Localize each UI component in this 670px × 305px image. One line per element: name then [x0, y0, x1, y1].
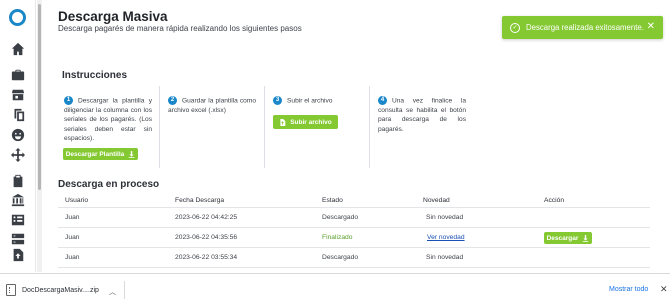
clipboard-icon[interactable]: [10, 173, 26, 189]
download-icon: [128, 150, 135, 158]
cell-fecha: 2023-06-22 04:42:25: [175, 214, 238, 221]
download-icon: [583, 234, 589, 242]
bank-icon[interactable]: [10, 192, 26, 208]
app-logo[interactable]: [9, 9, 26, 26]
download-row-label: Descargar: [546, 234, 579, 242]
cell-fecha: 2023-06-22 04:35:56: [175, 234, 238, 241]
home-icon[interactable]: [10, 41, 26, 57]
success-toast: ✓ Descarga realizada exitosamente. ✕: [502, 16, 663, 39]
move-icon[interactable]: [10, 147, 26, 163]
cell-usuario: Juan: [65, 234, 80, 241]
server-icon[interactable]: [10, 231, 26, 247]
upload-file-button[interactable]: Subir archivo: [273, 115, 338, 129]
downloads-table: Usuario Fecha Descarga Estado Novedad Ac…: [58, 195, 650, 268]
download-item[interactable]: DocDescargaMasiv....zip: [6, 280, 118, 300]
browser-download-bar: DocDescargaMasiv....zip ︿ Mostrar todo ✕: [0, 273, 670, 305]
step-number: 3: [273, 96, 282, 105]
step-text: Una vez finalice la consulta se habilita…: [378, 97, 466, 133]
show-all-link[interactable]: Mostrar todo: [609, 286, 648, 293]
app-root: Descarga Masiva Descarga pagarés de mane…: [0, 0, 670, 305]
page-subtitle: Descarga pagarés de manera rápida realiz…: [58, 24, 302, 33]
chevron-up-icon[interactable]: ︿: [109, 287, 116, 297]
cell-usuario: Juan: [65, 214, 80, 221]
download-row-button[interactable]: Descargar: [544, 232, 592, 244]
table-row: Juan 2023-06-22 03:55:34 Descargado Sin …: [58, 248, 650, 268]
download-separator: [124, 281, 125, 299]
briefcase-icon[interactable]: [10, 67, 26, 83]
upload-file-icon[interactable]: [10, 247, 26, 263]
step-number: 4: [378, 96, 387, 105]
cell-novedad: Sin novedad: [426, 214, 464, 221]
close-icon[interactable]: ✕: [660, 284, 668, 295]
download-template-button[interactable]: Descargar Plantilla: [63, 148, 138, 160]
column-header: Novedad: [423, 197, 450, 204]
step-4: 4 Una vez finalice la consulta se habilit…: [372, 86, 472, 168]
column-header: Fecha Descarga: [175, 197, 225, 204]
instructions-title: Instrucciones: [62, 70, 128, 81]
page-title: Descarga Masiva: [58, 9, 168, 24]
step-number: 2: [168, 96, 177, 105]
table-row: Juan 2023-06-22 04:35:56 Finalizado Ver …: [58, 228, 650, 248]
step-divider: [159, 86, 160, 168]
column-header: Usuario: [65, 197, 89, 204]
cell-usuario: Juan: [65, 254, 80, 261]
step-2: 2 Guardar la plantilla como archivo excel…: [162, 86, 262, 168]
scrollbar-thumb[interactable]: [38, 4, 41, 190]
step-number: 1: [64, 96, 73, 105]
sidebar: [0, 0, 36, 272]
checklist-icon[interactable]: [10, 212, 26, 228]
upload-file-label: Subir archivo: [290, 118, 332, 126]
step-text: Subir el archivo: [287, 97, 333, 105]
step-divider: [369, 86, 370, 168]
toast-close-icon[interactable]: ✕: [647, 21, 655, 32]
store-icon[interactable]: [10, 87, 26, 103]
download-file-name: DocDescargaMasiv....zip: [22, 286, 99, 294]
column-header: Acción: [544, 197, 565, 204]
zip-file-icon: [6, 284, 16, 296]
cell-novedad: Sin novedad: [426, 254, 464, 261]
step-divider: [264, 86, 265, 168]
table-row: Juan 2023-06-22 04:42:25 Descargado Sin …: [58, 208, 650, 228]
cell-estado: Descargado: [322, 254, 359, 261]
downloads-title: Descarga en proceso: [58, 179, 160, 190]
ver-novedad-link[interactable]: Ver novedad: [427, 228, 465, 248]
table-header: Usuario Fecha Descarga Estado Novedad Ac…: [58, 195, 650, 208]
cell-estado: Descargado: [322, 214, 359, 221]
emoji-icon[interactable]: [10, 127, 26, 143]
download-template-label: Descargar Plantilla: [65, 150, 125, 158]
step-text: Descargar la plantilla y diligenciar la …: [64, 97, 152, 143]
cell-fecha: 2023-06-22 03:55:34: [175, 254, 238, 261]
toast-message: Descarga realizada exitosamente.: [526, 23, 644, 32]
upload-icon: [280, 118, 286, 126]
column-header: Estado: [322, 197, 343, 204]
cell-estado: Finalizado: [322, 234, 353, 241]
instructions-steps: 1 Descargar la plantilla y diligenciar la…: [58, 86, 650, 168]
step-text: Guardar la plantilla como archivo excel …: [168, 97, 256, 114]
check-circle-icon: ✓: [510, 22, 520, 33]
copy-icon[interactable]: [10, 107, 26, 123]
